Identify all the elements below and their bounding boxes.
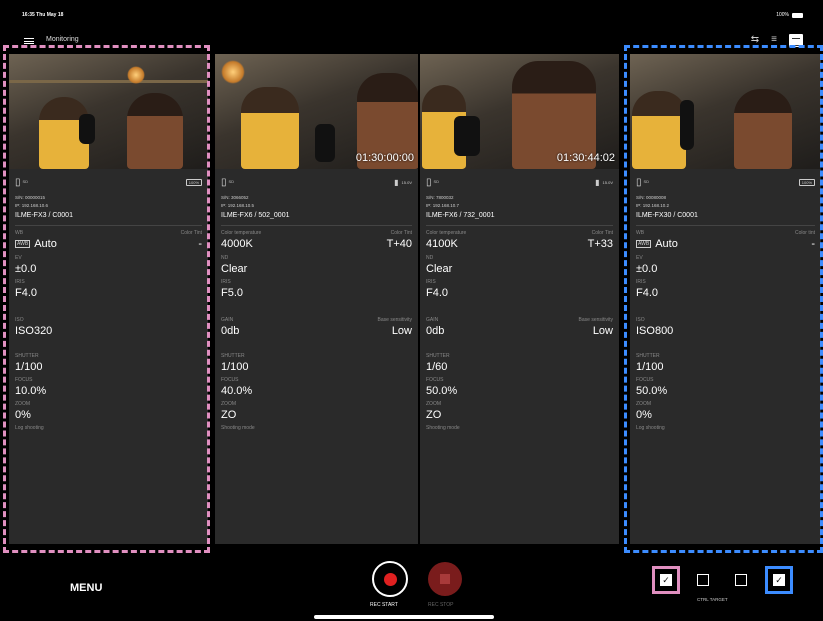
- wb-right-label: Color Tint: [390, 230, 412, 236]
- timecode: 01:30:44:02: [556, 152, 615, 164]
- shutter-label: SHUTTER: [426, 353, 450, 359]
- slot-label: SD: [433, 179, 440, 184]
- iris-value[interactable]: F5.0: [221, 286, 412, 300]
- record-icon: [383, 572, 397, 586]
- menu-button[interactable]: MENU: [70, 582, 102, 594]
- rec-stop-label: REC STOP: [428, 602, 454, 608]
- page-title: Monitoring: [46, 36, 79, 43]
- camera-panel-3[interactable]: 01:30:44:02 ▯ SD ▮ 15.0V S/N: 7800032 IP: …: [420, 54, 619, 544]
- ctrl-target-checkbox-2[interactable]: [689, 566, 717, 594]
- gain-label: GAIN: [426, 317, 439, 323]
- wb-right-value[interactable]: T+33: [588, 237, 613, 251]
- nd-label: ND: [426, 255, 434, 261]
- ip-address: IP: 192.168.10.5: [221, 203, 255, 208]
- shutter-label: SHUTTER: [221, 353, 245, 359]
- camera-model: ILME-FX6 / 732_0001: [426, 212, 613, 226]
- focus-label: FOCUS: [221, 377, 239, 383]
- focus-value[interactable]: 40.0%: [221, 384, 412, 398]
- hamburger-icon[interactable]: [24, 38, 34, 44]
- rec-start-button[interactable]: [372, 561, 408, 597]
- iris-value[interactable]: F4.0: [426, 286, 613, 300]
- nd-value[interactable]: Clear: [426, 262, 613, 276]
- checkbox-icon: ✓: [773, 574, 785, 586]
- focus-value[interactable]: 50.0%: [426, 384, 613, 398]
- base-sensitivity-value[interactable]: Low: [392, 324, 412, 338]
- home-indicator[interactable]: [314, 615, 494, 619]
- shutter-value[interactable]: 1/100: [221, 360, 412, 374]
- status-bar: 16:35 Thu May 18 100%: [0, 0, 823, 28]
- gain-value[interactable]: 0db: [426, 324, 444, 338]
- zoom-value[interactable]: ZO: [221, 408, 412, 422]
- camera-panel-2[interactable]: 01:30:00:00 ▯ SD ▮ 15.0V S/N: 3066052 IP: …: [215, 54, 418, 544]
- sd-card-icon: ▯ SD: [221, 176, 235, 188]
- wb-value[interactable]: 4000K: [221, 237, 253, 251]
- nd-value[interactable]: Clear: [221, 262, 412, 276]
- battery-label: 15.0V: [602, 179, 613, 185]
- battery-icon: ▮: [595, 177, 600, 187]
- mode-label: Shooting mode: [426, 425, 460, 431]
- battery-label: 15.0V: [401, 179, 412, 185]
- battery-status: ▮ 15.0V: [394, 178, 412, 187]
- gain-label: GAIN: [221, 317, 234, 323]
- focus-label: FOCUS: [426, 377, 444, 383]
- zoom-label: ZOOM: [426, 401, 441, 407]
- slot-label: SD: [228, 179, 235, 184]
- battery-icon: ▮: [394, 177, 399, 187]
- status-time: 16:35 Thu May 18: [22, 12, 64, 18]
- mode-label: Shooting mode: [221, 425, 255, 431]
- status-battery: 100%: [776, 12, 803, 18]
- nd-label: ND: [221, 255, 229, 261]
- serial-number: S/N: 7800032: [426, 195, 454, 200]
- stop-icon: [440, 574, 450, 584]
- wb-label: Color temperature: [426, 230, 467, 236]
- wb-right-label: Color Tint: [591, 230, 613, 236]
- base-sensitivity-label: Base sensitivity: [578, 317, 613, 323]
- status-battery-label: 100%: [776, 12, 789, 18]
- base-sensitivity-label: Base sensitivity: [377, 317, 412, 323]
- ctrl-target-checkbox-4[interactable]: ✓: [765, 566, 793, 594]
- zoom-value[interactable]: ZO: [426, 408, 613, 422]
- ctrl-target-label: CTRL TARGET: [697, 597, 728, 602]
- selected-panel-outline-pink: [3, 45, 210, 553]
- serial-number: S/N: 3066052: [221, 195, 249, 200]
- iris-label: IRIS: [221, 279, 231, 285]
- wb-right-value[interactable]: T+40: [387, 237, 412, 251]
- wb-value[interactable]: 4100K: [426, 237, 458, 251]
- selected-panel-outline-blue: [624, 45, 823, 553]
- checkbox-icon: [735, 574, 747, 586]
- ctrl-target-checkbox-3[interactable]: [727, 566, 755, 594]
- checkbox-icon: [697, 574, 709, 586]
- shutter-value[interactable]: 1/60: [426, 360, 613, 374]
- camera-preview-2: 01:30:00:00: [215, 54, 418, 169]
- timecode: 01:30:00:00: [355, 152, 414, 164]
- checkbox-icon: ✓: [660, 574, 672, 586]
- iris-label: IRIS: [426, 279, 436, 285]
- rec-start-label: REC START: [370, 602, 398, 608]
- camera-preview-3: 01:30:44:02: [420, 54, 619, 169]
- battery-status: ▮ 15.0V: [595, 178, 613, 187]
- rec-stop-button[interactable]: [428, 562, 462, 596]
- gain-value[interactable]: 0db: [221, 324, 239, 338]
- ip-address: IP: 192.168.10.7: [426, 203, 460, 208]
- battery-icon: [792, 12, 803, 18]
- base-sensitivity-value[interactable]: Low: [593, 324, 613, 338]
- sd-card-icon: ▯ SD: [426, 176, 440, 188]
- camera-model: ILME-FX6 / 502_0001: [221, 212, 412, 226]
- zoom-label: ZOOM: [221, 401, 236, 407]
- ctrl-target-checkbox-1[interactable]: ✓: [652, 566, 680, 594]
- wb-label: Color temperature: [221, 230, 262, 236]
